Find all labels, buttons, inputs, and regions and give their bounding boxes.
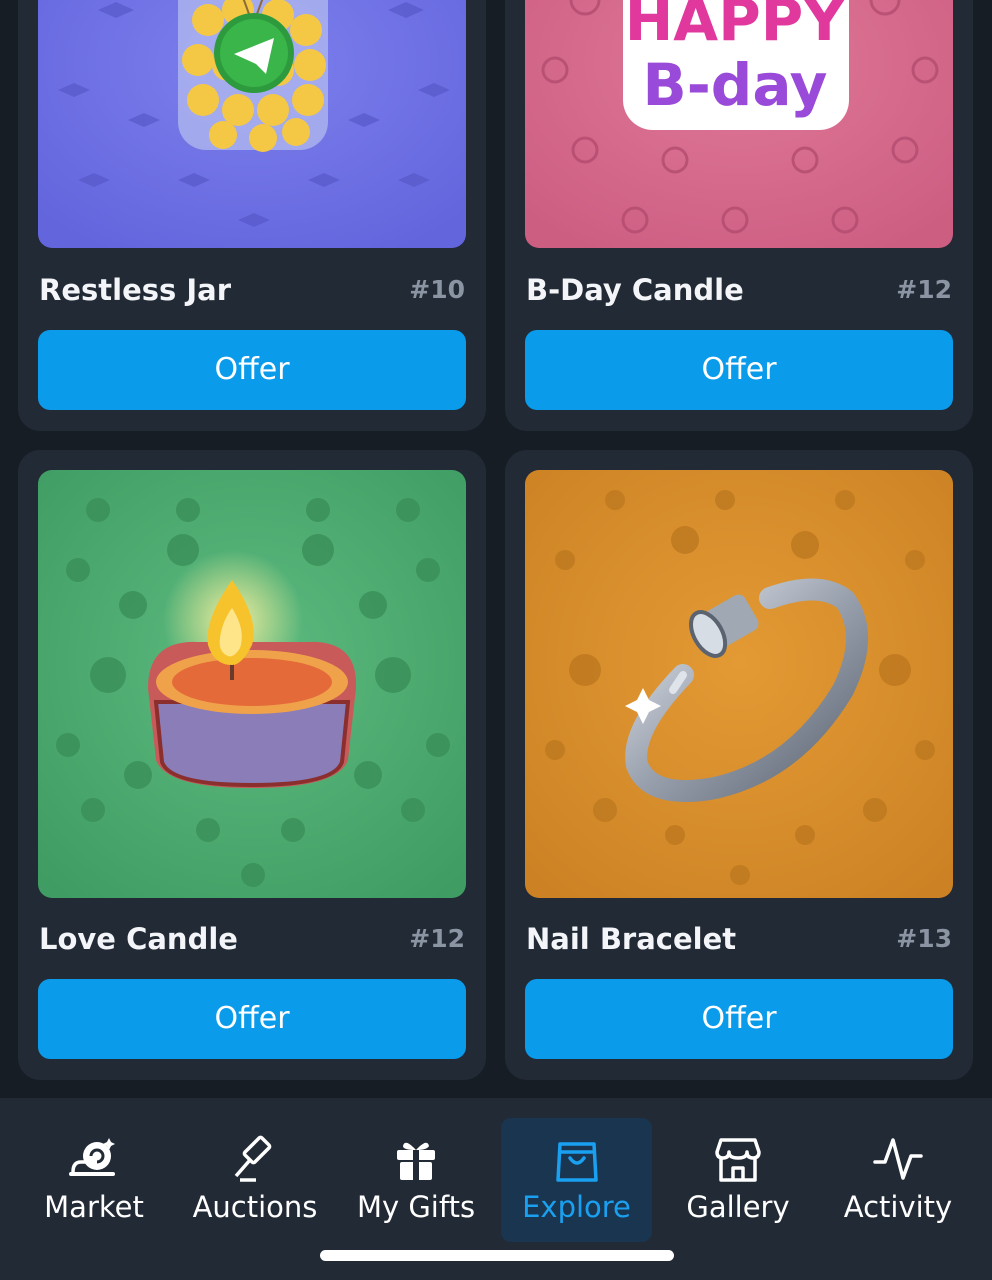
offer-button[interactable]: Offer [38,330,466,410]
gift-card-nail-bracelet[interactable]: Nail Bracelet #13 Offer [505,450,973,1080]
nav-label: Activity [843,1190,953,1224]
offer-button[interactable]: Offer [525,979,953,1059]
gift-number: #13 [896,924,952,953]
gift-number: #12 [896,275,952,304]
offer-button[interactable]: Offer [38,979,466,1059]
pulse-icon [873,1138,923,1180]
gift-number: #12 [409,924,465,953]
shopping-bag-icon [555,1142,598,1182]
nail-bracelet-image[interactable] [525,470,953,898]
offer-button[interactable]: Offer [525,330,953,410]
bday-text: B-day [643,51,828,119]
gift-card-restless-jar[interactable]: Restless Jar #10 Offer [18,0,486,431]
bday-candle-image[interactable]: HAPPY B-day [525,0,953,248]
gift-name: Nail Bracelet [526,922,737,956]
nav-label: Explore [522,1190,631,1224]
snail-icon [69,1138,115,1176]
storefront-icon [715,1138,761,1182]
gift-card-love-candle[interactable]: Love Candle #12 Offer [18,450,486,1080]
nav-item-auctions[interactable]: Auctions [180,1118,330,1242]
nav-item-market[interactable]: Market [20,1118,168,1242]
nav-item-my-gifts[interactable]: My Gifts [342,1118,490,1242]
gift-name: B-Day Candle [526,273,744,307]
nav-item-explore[interactable]: Explore [501,1118,652,1242]
nav-label: Gallery [686,1190,790,1224]
gift-number: #10 [409,275,465,304]
gift-card-bday-candle[interactable]: HAPPY B-day B-Day Candle #12 Offer [505,0,973,431]
home-indicator[interactable] [320,1250,674,1261]
nav-item-activity[interactable]: Activity [824,1118,972,1242]
love-candle-image[interactable] [38,470,466,898]
nav-label: Market [44,1190,144,1224]
gift-name: Love Candle [39,922,238,956]
gavel-icon [234,1135,272,1182]
restless-jar-image[interactable] [38,0,466,248]
gift-name: Restless Jar [39,273,232,307]
nav-label: Auctions [192,1190,318,1224]
happy-text: HAPPY [625,0,846,54]
nav-item-gallery[interactable]: Gallery [664,1118,812,1242]
gift-icon [397,1142,435,1180]
nav-label: My Gifts [356,1190,476,1224]
